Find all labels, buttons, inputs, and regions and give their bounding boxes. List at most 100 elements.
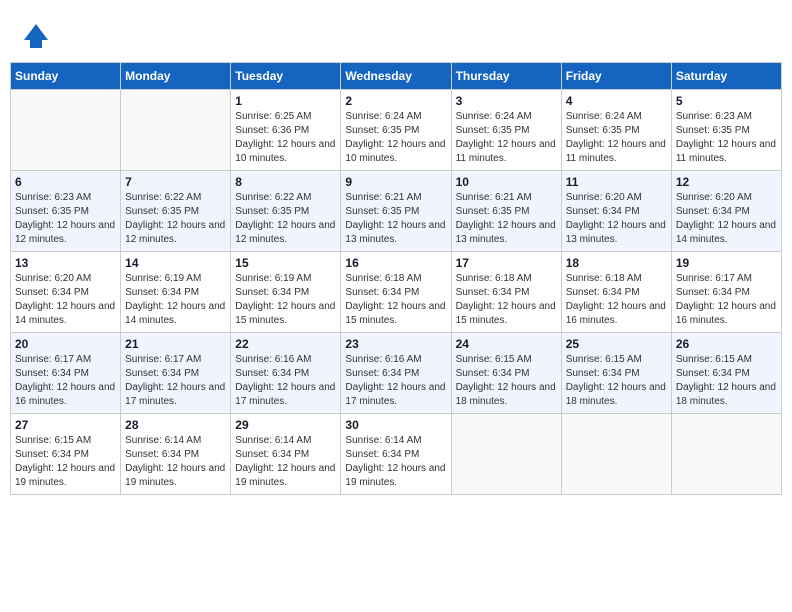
calendar-cell: 14 Sunrise: 6:19 AM Sunset: 6:34 PM Dayli… (121, 252, 231, 333)
calendar-cell: 4 Sunrise: 6:24 AM Sunset: 6:35 PM Daylig… (561, 90, 671, 171)
calendar-week-row: 1Sunrise: 6:25 AM Sunset: 6:36 PM Daylig… (11, 90, 782, 171)
weekday-header: Thursday (451, 63, 561, 90)
cell-info: Sunrise: 6:18 AM Sunset: 6:34 PM Dayligh… (345, 272, 446, 328)
weekday-header: Tuesday (231, 63, 341, 90)
day-number: 8 (235, 175, 336, 189)
calendar-cell: 27Sunrise: 6:15 AM Sunset: 6:34 PM Dayli… (11, 414, 121, 495)
day-number: 26 (676, 337, 777, 351)
cell-info: Sunrise: 6:24 AM Sunset: 6:35 PM Dayligh… (456, 110, 557, 166)
day-number: 24 (456, 337, 557, 351)
calendar-cell: 10 Sunrise: 6:21 AM Sunset: 6:35 PM Dayli… (451, 171, 561, 252)
calendar-cell: 6Sunrise: 6:23 AM Sunset: 6:35 PM Daylig… (11, 171, 121, 252)
day-number: 25 (566, 337, 667, 351)
calendar-cell (11, 90, 121, 171)
calendar-cell: 25 Sunrise: 6:15 AM Sunset: 6:34 PM Dayli… (561, 333, 671, 414)
day-number: 15 (235, 256, 336, 270)
logo (20, 20, 56, 52)
weekday-header: Saturday (671, 63, 781, 90)
cell-info: Sunrise: 6:15 AM Sunset: 6:34 PM Dayligh… (456, 353, 557, 409)
day-number: 28 (125, 418, 226, 432)
cell-info: Sunrise: 6:25 AM Sunset: 6:36 PM Dayligh… (235, 110, 336, 166)
day-number: 29 (235, 418, 336, 432)
cell-info: Sunrise: 6:16 AM Sunset: 6:34 PM Dayligh… (345, 353, 446, 409)
calendar-cell: 2 Sunrise: 6:24 AM Sunset: 6:35 PM Daylig… (341, 90, 451, 171)
day-number: 19 (676, 256, 777, 270)
calendar-week-row: 13Sunrise: 6:20 AM Sunset: 6:34 PM Dayli… (11, 252, 782, 333)
cell-info: Sunrise: 6:22 AM Sunset: 6:35 PM Dayligh… (125, 191, 226, 247)
day-number: 18 (566, 256, 667, 270)
calendar-cell: 5 Sunrise: 6:23 AM Sunset: 6:35 PM Daylig… (671, 90, 781, 171)
cell-info: Sunrise: 6:24 AM Sunset: 6:35 PM Dayligh… (566, 110, 667, 166)
day-number: 7 (125, 175, 226, 189)
cell-info: Sunrise: 6:15 AM Sunset: 6:34 PM Dayligh… (676, 353, 777, 409)
cell-info: Sunrise: 6:15 AM Sunset: 6:34 PM Dayligh… (566, 353, 667, 409)
calendar-cell: 12Sunrise: 6:20 AM Sunset: 6:34 PM Dayli… (671, 171, 781, 252)
cell-info: Sunrise: 6:20 AM Sunset: 6:34 PM Dayligh… (566, 191, 667, 247)
day-number: 4 (566, 94, 667, 108)
calendar-week-row: 6Sunrise: 6:23 AM Sunset: 6:35 PM Daylig… (11, 171, 782, 252)
calendar-cell: 3 Sunrise: 6:24 AM Sunset: 6:35 PM Daylig… (451, 90, 561, 171)
day-number: 10 (456, 175, 557, 189)
cell-info: Sunrise: 6:17 AM Sunset: 6:34 PM Dayligh… (15, 353, 116, 409)
cell-info: Sunrise: 6:15 AM Sunset: 6:34 PM Dayligh… (15, 434, 116, 490)
calendar-cell: 8 Sunrise: 6:22 AM Sunset: 6:35 PM Daylig… (231, 171, 341, 252)
day-number: 9 (345, 175, 446, 189)
calendar-cell: 21 Sunrise: 6:17 AM Sunset: 6:34 PM Dayli… (121, 333, 231, 414)
calendar-cell: 15 Sunrise: 6:19 AM Sunset: 6:34 PM Dayli… (231, 252, 341, 333)
calendar-cell: 13Sunrise: 6:20 AM Sunset: 6:34 PM Dayli… (11, 252, 121, 333)
day-number: 16 (345, 256, 446, 270)
calendar-cell: 30Sunrise: 6:14 AM Sunset: 6:34 PM Dayli… (341, 414, 451, 495)
cell-info: Sunrise: 6:24 AM Sunset: 6:35 PM Dayligh… (345, 110, 446, 166)
calendar-cell: 20 Sunrise: 6:17 AM Sunset: 6:34 PM Dayli… (11, 333, 121, 414)
day-number: 11 (566, 175, 667, 189)
cell-info: Sunrise: 6:18 AM Sunset: 6:34 PM Dayligh… (456, 272, 557, 328)
cell-info: Sunrise: 6:19 AM Sunset: 6:34 PM Dayligh… (235, 272, 336, 328)
cell-info: Sunrise: 6:23 AM Sunset: 6:35 PM Dayligh… (15, 191, 116, 247)
calendar-cell: 24 Sunrise: 6:15 AM Sunset: 6:34 PM Dayli… (451, 333, 561, 414)
cell-info: Sunrise: 6:22 AM Sunset: 6:35 PM Dayligh… (235, 191, 336, 247)
day-number: 5 (676, 94, 777, 108)
day-number: 21 (125, 337, 226, 351)
calendar-cell: 29 Sunrise: 6:14 AM Sunset: 6:34 PM Dayli… (231, 414, 341, 495)
calendar-cell: 28 Sunrise: 6:14 AM Sunset: 6:34 PM Dayli… (121, 414, 231, 495)
day-number: 17 (456, 256, 557, 270)
calendar-table: SundayMondayTuesdayWednesdayThursdayFrid… (10, 62, 782, 495)
calendar-cell: 16 Sunrise: 6:18 AM Sunset: 6:34 PM Dayli… (341, 252, 451, 333)
calendar-cell: 22 Sunrise: 6:16 AM Sunset: 6:34 PM Dayli… (231, 333, 341, 414)
weekday-header: Sunday (11, 63, 121, 90)
page-header (10, 10, 782, 57)
calendar-cell: 9 Sunrise: 6:21 AM Sunset: 6:35 PM Daylig… (341, 171, 451, 252)
day-number: 12 (676, 175, 777, 189)
cell-info: Sunrise: 6:17 AM Sunset: 6:34 PM Dayligh… (676, 272, 777, 328)
day-number: 23 (345, 337, 446, 351)
day-number: 20 (15, 337, 116, 351)
day-number: 13 (15, 256, 116, 270)
cell-info: Sunrise: 6:23 AM Sunset: 6:35 PM Dayligh… (676, 110, 777, 166)
day-number: 22 (235, 337, 336, 351)
weekday-header: Monday (121, 63, 231, 90)
calendar-cell: 23 Sunrise: 6:16 AM Sunset: 6:34 PM Dayli… (341, 333, 451, 414)
calendar-header-row: SundayMondayTuesdayWednesdayThursdayFrid… (11, 63, 782, 90)
cell-info: Sunrise: 6:21 AM Sunset: 6:35 PM Dayligh… (456, 191, 557, 247)
cell-info: Sunrise: 6:19 AM Sunset: 6:34 PM Dayligh… (125, 272, 226, 328)
cell-info: Sunrise: 6:16 AM Sunset: 6:34 PM Dayligh… (235, 353, 336, 409)
calendar-cell: 1Sunrise: 6:25 AM Sunset: 6:36 PM Daylig… (231, 90, 341, 171)
calendar-cell (561, 414, 671, 495)
calendar-week-row: 20 Sunrise: 6:17 AM Sunset: 6:34 PM Dayli… (11, 333, 782, 414)
logo-icon (20, 20, 52, 52)
cell-info: Sunrise: 6:14 AM Sunset: 6:34 PM Dayligh… (125, 434, 226, 490)
weekday-header: Friday (561, 63, 671, 90)
day-number: 2 (345, 94, 446, 108)
weekday-header: Wednesday (341, 63, 451, 90)
calendar-cell: 7 Sunrise: 6:22 AM Sunset: 6:35 PM Daylig… (121, 171, 231, 252)
calendar-cell: 11 Sunrise: 6:20 AM Sunset: 6:34 PM Dayli… (561, 171, 671, 252)
day-number: 14 (125, 256, 226, 270)
day-number: 30 (345, 418, 446, 432)
calendar-cell (121, 90, 231, 171)
cell-info: Sunrise: 6:21 AM Sunset: 6:35 PM Dayligh… (345, 191, 446, 247)
cell-info: Sunrise: 6:14 AM Sunset: 6:34 PM Dayligh… (235, 434, 336, 490)
calendar-cell: 18Sunrise: 6:18 AM Sunset: 6:34 PM Dayli… (561, 252, 671, 333)
calendar-cell (451, 414, 561, 495)
cell-info: Sunrise: 6:17 AM Sunset: 6:34 PM Dayligh… (125, 353, 226, 409)
day-number: 3 (456, 94, 557, 108)
